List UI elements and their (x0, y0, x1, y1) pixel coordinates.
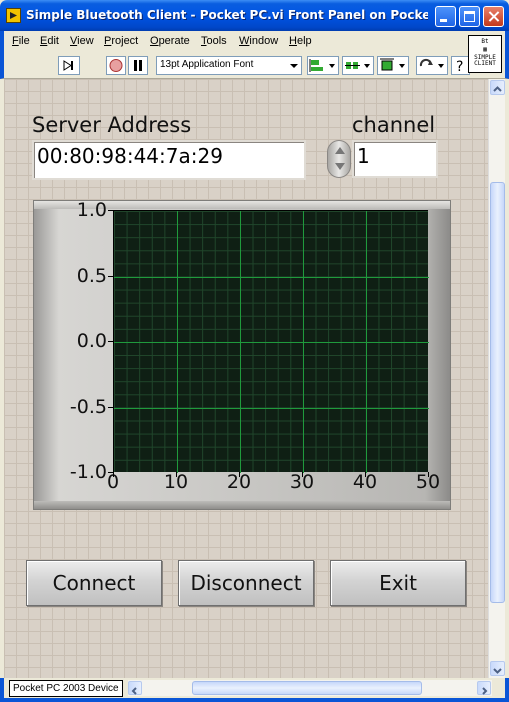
minimize-button[interactable] (435, 6, 456, 27)
channel-label: channel (352, 113, 436, 137)
run-arrow-icon[interactable] (58, 56, 80, 75)
scroll-up-button[interactable] (490, 80, 505, 95)
abort-icon[interactable] (106, 56, 126, 75)
toolbar: 13pt Application Font ? (0, 51, 509, 79)
horizontal-scroll-thumb[interactable] (192, 681, 422, 695)
horizontal-scrollbar[interactable] (128, 680, 492, 696)
target-device-label: Pocket PC 2003 Device (9, 680, 123, 697)
y-tick-label: 0.0 (76, 330, 107, 352)
chevron-down-icon (290, 64, 298, 68)
bottom-bar: Pocket PC 2003 Device (0, 678, 509, 702)
reorder-icon[interactable] (416, 56, 448, 75)
disconnect-button[interactable]: Disconnect (178, 560, 314, 606)
menu-window[interactable]: Window (239, 35, 278, 47)
labview-app-icon[interactable] (6, 8, 21, 23)
y-tick-mark (108, 341, 113, 342)
menu-view[interactable]: View (70, 35, 94, 47)
resize-icon[interactable] (377, 56, 409, 75)
font-select[interactable]: 13pt Application Font (156, 56, 302, 75)
vi-icon-text-1: Bt (481, 38, 489, 45)
menu-help[interactable]: Help (289, 35, 312, 47)
scroll-left-button[interactable] (128, 681, 142, 695)
y-tick-mark (108, 275, 113, 277)
x-tick-mark (365, 472, 366, 477)
y-gridline (114, 342, 429, 343)
vertical-scrollbar[interactable] (488, 79, 505, 678)
server-address-label: Server Address (32, 113, 192, 137)
menu-edit[interactable]: Edit (40, 35, 59, 47)
window-title: Simple Bluetooth Client - Pocket PC.vi F… (26, 8, 428, 22)
vi-icon-graphic: ▦ (483, 46, 487, 53)
font-select-value: 13pt Application Font (160, 59, 254, 70)
menu-project[interactable]: Project (104, 35, 138, 47)
vi-icon[interactable]: Bt ▦ SIMPLE CLIENT (468, 35, 502, 73)
connect-button[interactable]: Connect (26, 560, 162, 606)
distribute-icon[interactable] (342, 56, 374, 75)
align-icon[interactable] (307, 56, 339, 75)
y-gridline (114, 276, 429, 278)
channel-input[interactable]: 1 (352, 140, 438, 178)
svg-text:?: ? (456, 59, 463, 74)
server-address-input[interactable]: 00:80:98:44:7a:29 (32, 140, 306, 180)
maximize-button[interactable] (459, 6, 480, 27)
close-button[interactable] (483, 6, 504, 27)
menu-operate[interactable]: Operate (150, 35, 190, 47)
vi-icon-text-3: CLIENT (474, 60, 496, 67)
increment-arrow-icon[interactable] (335, 147, 345, 154)
x-tick-mark (428, 472, 429, 477)
exit-button[interactable]: Exit (330, 560, 466, 606)
plot-area[interactable] (113, 210, 429, 473)
menu-bar: File Edit View Project Operate Tools Win… (0, 31, 509, 51)
x-tick-mark (239, 472, 240, 477)
y-tick-label: 0.5 (76, 264, 107, 287)
scroll-right-button[interactable] (477, 681, 491, 695)
scroll-down-button[interactable] (490, 661, 505, 676)
channel-increment-decrement[interactable] (327, 140, 351, 178)
x-tick-mark (176, 472, 177, 477)
y-tick-label: 1.0 (76, 199, 107, 221)
pause-icon[interactable] (128, 56, 148, 75)
vertical-scroll-thumb[interactable] (490, 182, 505, 603)
y-tick-mark (108, 406, 113, 408)
y-tick-label: -0.5 (69, 395, 107, 418)
y-tick-mark (108, 210, 113, 211)
menu-file[interactable]: File (12, 35, 30, 47)
x-tick-mark (113, 472, 114, 477)
y-gridline (114, 407, 429, 409)
x-tick-mark (302, 472, 303, 477)
title-bar: Simple Bluetooth Client - Pocket PC.vi F… (0, 0, 509, 31)
y-tick-label: -1.0 (69, 461, 107, 483)
menu-tools[interactable]: Tools (201, 35, 227, 47)
decrement-arrow-icon[interactable] (335, 163, 345, 170)
front-panel: Server Address 00:80:98:44:7a:29 channel… (4, 79, 488, 678)
